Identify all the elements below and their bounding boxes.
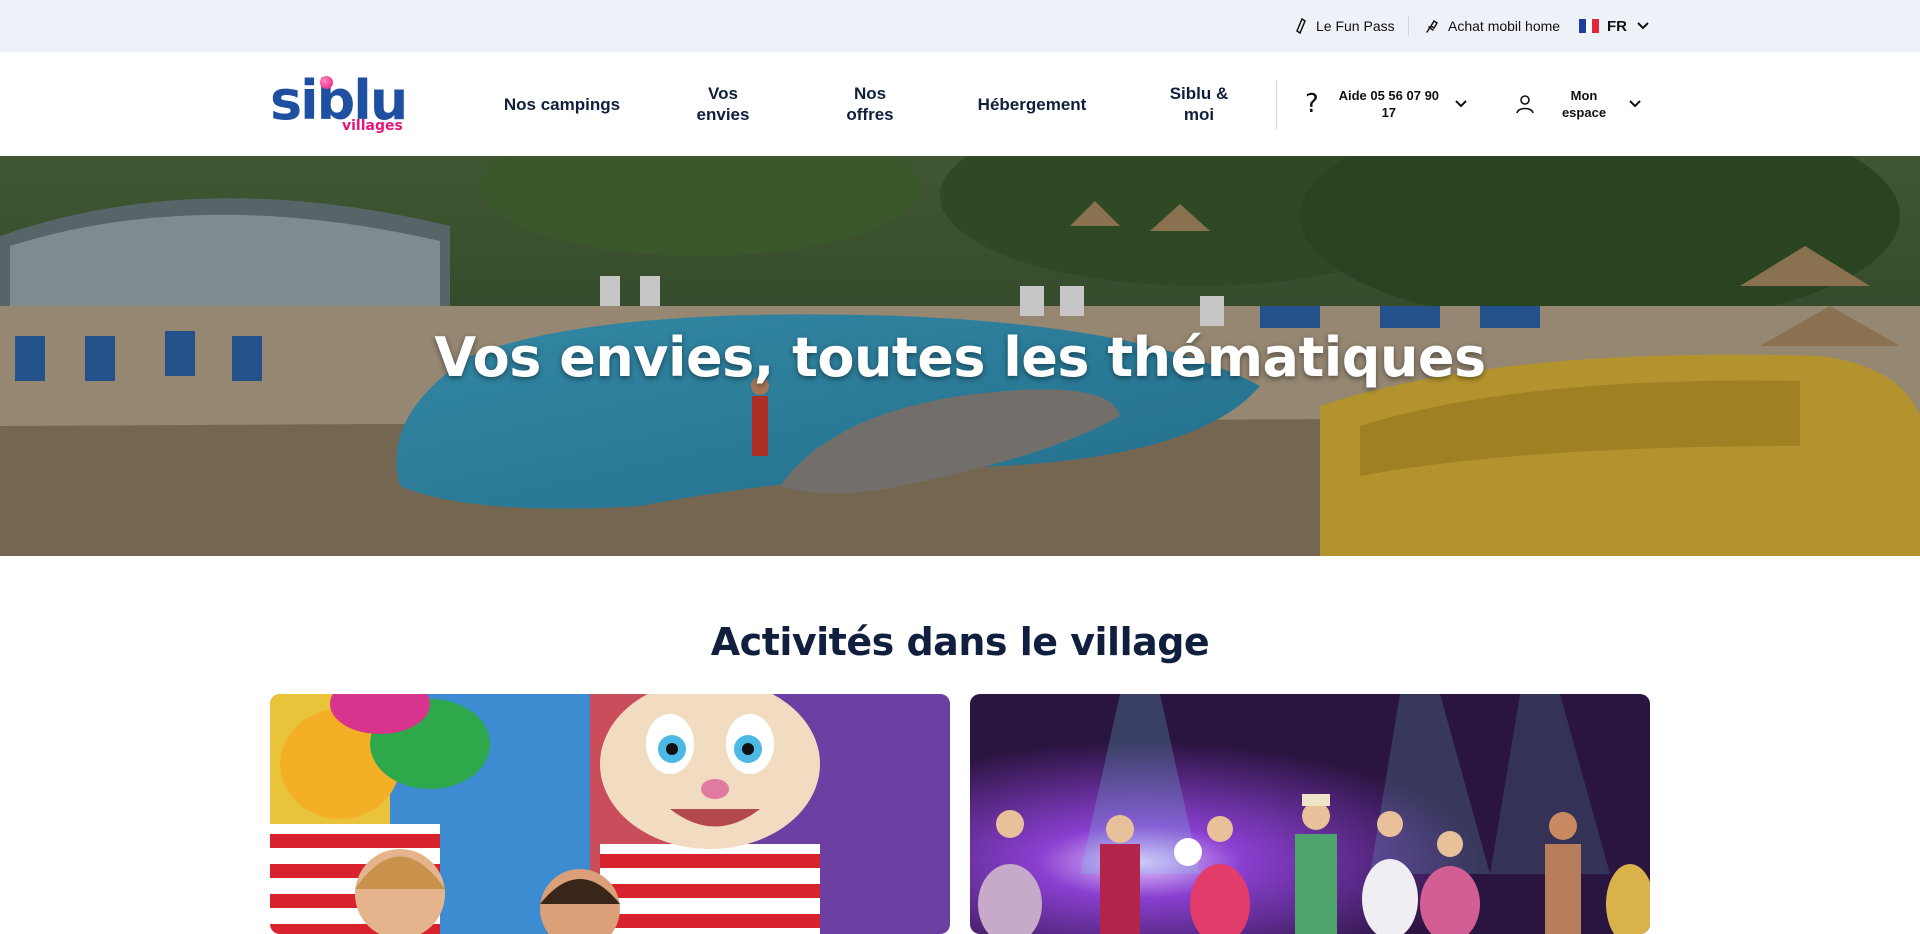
nav-siblu-et-moi[interactable]: Siblu & moi — [1160, 52, 1238, 156]
hero-banner: Vos envies, toutes les thématiques — [0, 156, 1920, 556]
fun-pass-link[interactable]: Le Fun Pass — [1294, 0, 1395, 52]
utility-bar: Le Fun Pass Achat mobil home FR — [0, 0, 1920, 52]
help-phone-label: Aide 05 56 07 90 17 — [1338, 88, 1440, 120]
hero-title: Vos envies, toutes les thématiques — [434, 326, 1486, 389]
account-label: Mon espace — [1561, 88, 1607, 120]
nav-nos-offres[interactable]: Nos offres — [832, 52, 908, 156]
chevron-down-icon — [1629, 100, 1641, 108]
mascots-kids-image — [270, 694, 950, 934]
main-header: siblu villages Nos campings Vos envies N… — [0, 52, 1920, 156]
mobil-home-label: Achat mobil home — [1448, 18, 1561, 34]
help-menu[interactable]: ? Aide 05 56 07 90 17 — [1305, 52, 1467, 156]
siblu-logo[interactable]: siblu villages — [270, 70, 408, 142]
mobil-home-link[interactable]: Achat mobil home — [1424, 0, 1560, 52]
user-icon — [1516, 95, 1534, 114]
question-icon: ? — [1305, 89, 1319, 119]
account-menu[interactable]: Mon espace — [1515, 52, 1641, 156]
nav-nos-campings[interactable]: Nos campings — [500, 52, 624, 156]
utility-divider — [1408, 16, 1409, 36]
key-hand-icon — [1426, 19, 1439, 33]
activity-card-show[interactable] — [970, 694, 1650, 934]
chevron-down-icon — [1455, 100, 1467, 108]
language-selector[interactable]: FR — [1579, 0, 1657, 52]
logo-subtitle: villages — [342, 118, 403, 134]
language-label: FR — [1607, 17, 1627, 35]
ticket-icon — [1296, 18, 1306, 34]
nav-hebergement[interactable]: Hébergement — [966, 52, 1098, 156]
fun-pass-label: Le Fun Pass — [1316, 18, 1395, 34]
activity-card-mascots[interactable] — [270, 694, 950, 934]
section-title: Activités dans le village — [710, 620, 1210, 664]
nav-vos-envies[interactable]: Vos envies — [686, 52, 760, 156]
logo-dot — [320, 76, 333, 89]
stage-show-image — [970, 694, 1650, 934]
chevron-down-icon — [1637, 22, 1649, 30]
france-flag-icon — [1579, 19, 1600, 33]
nav-divider — [1276, 80, 1277, 130]
